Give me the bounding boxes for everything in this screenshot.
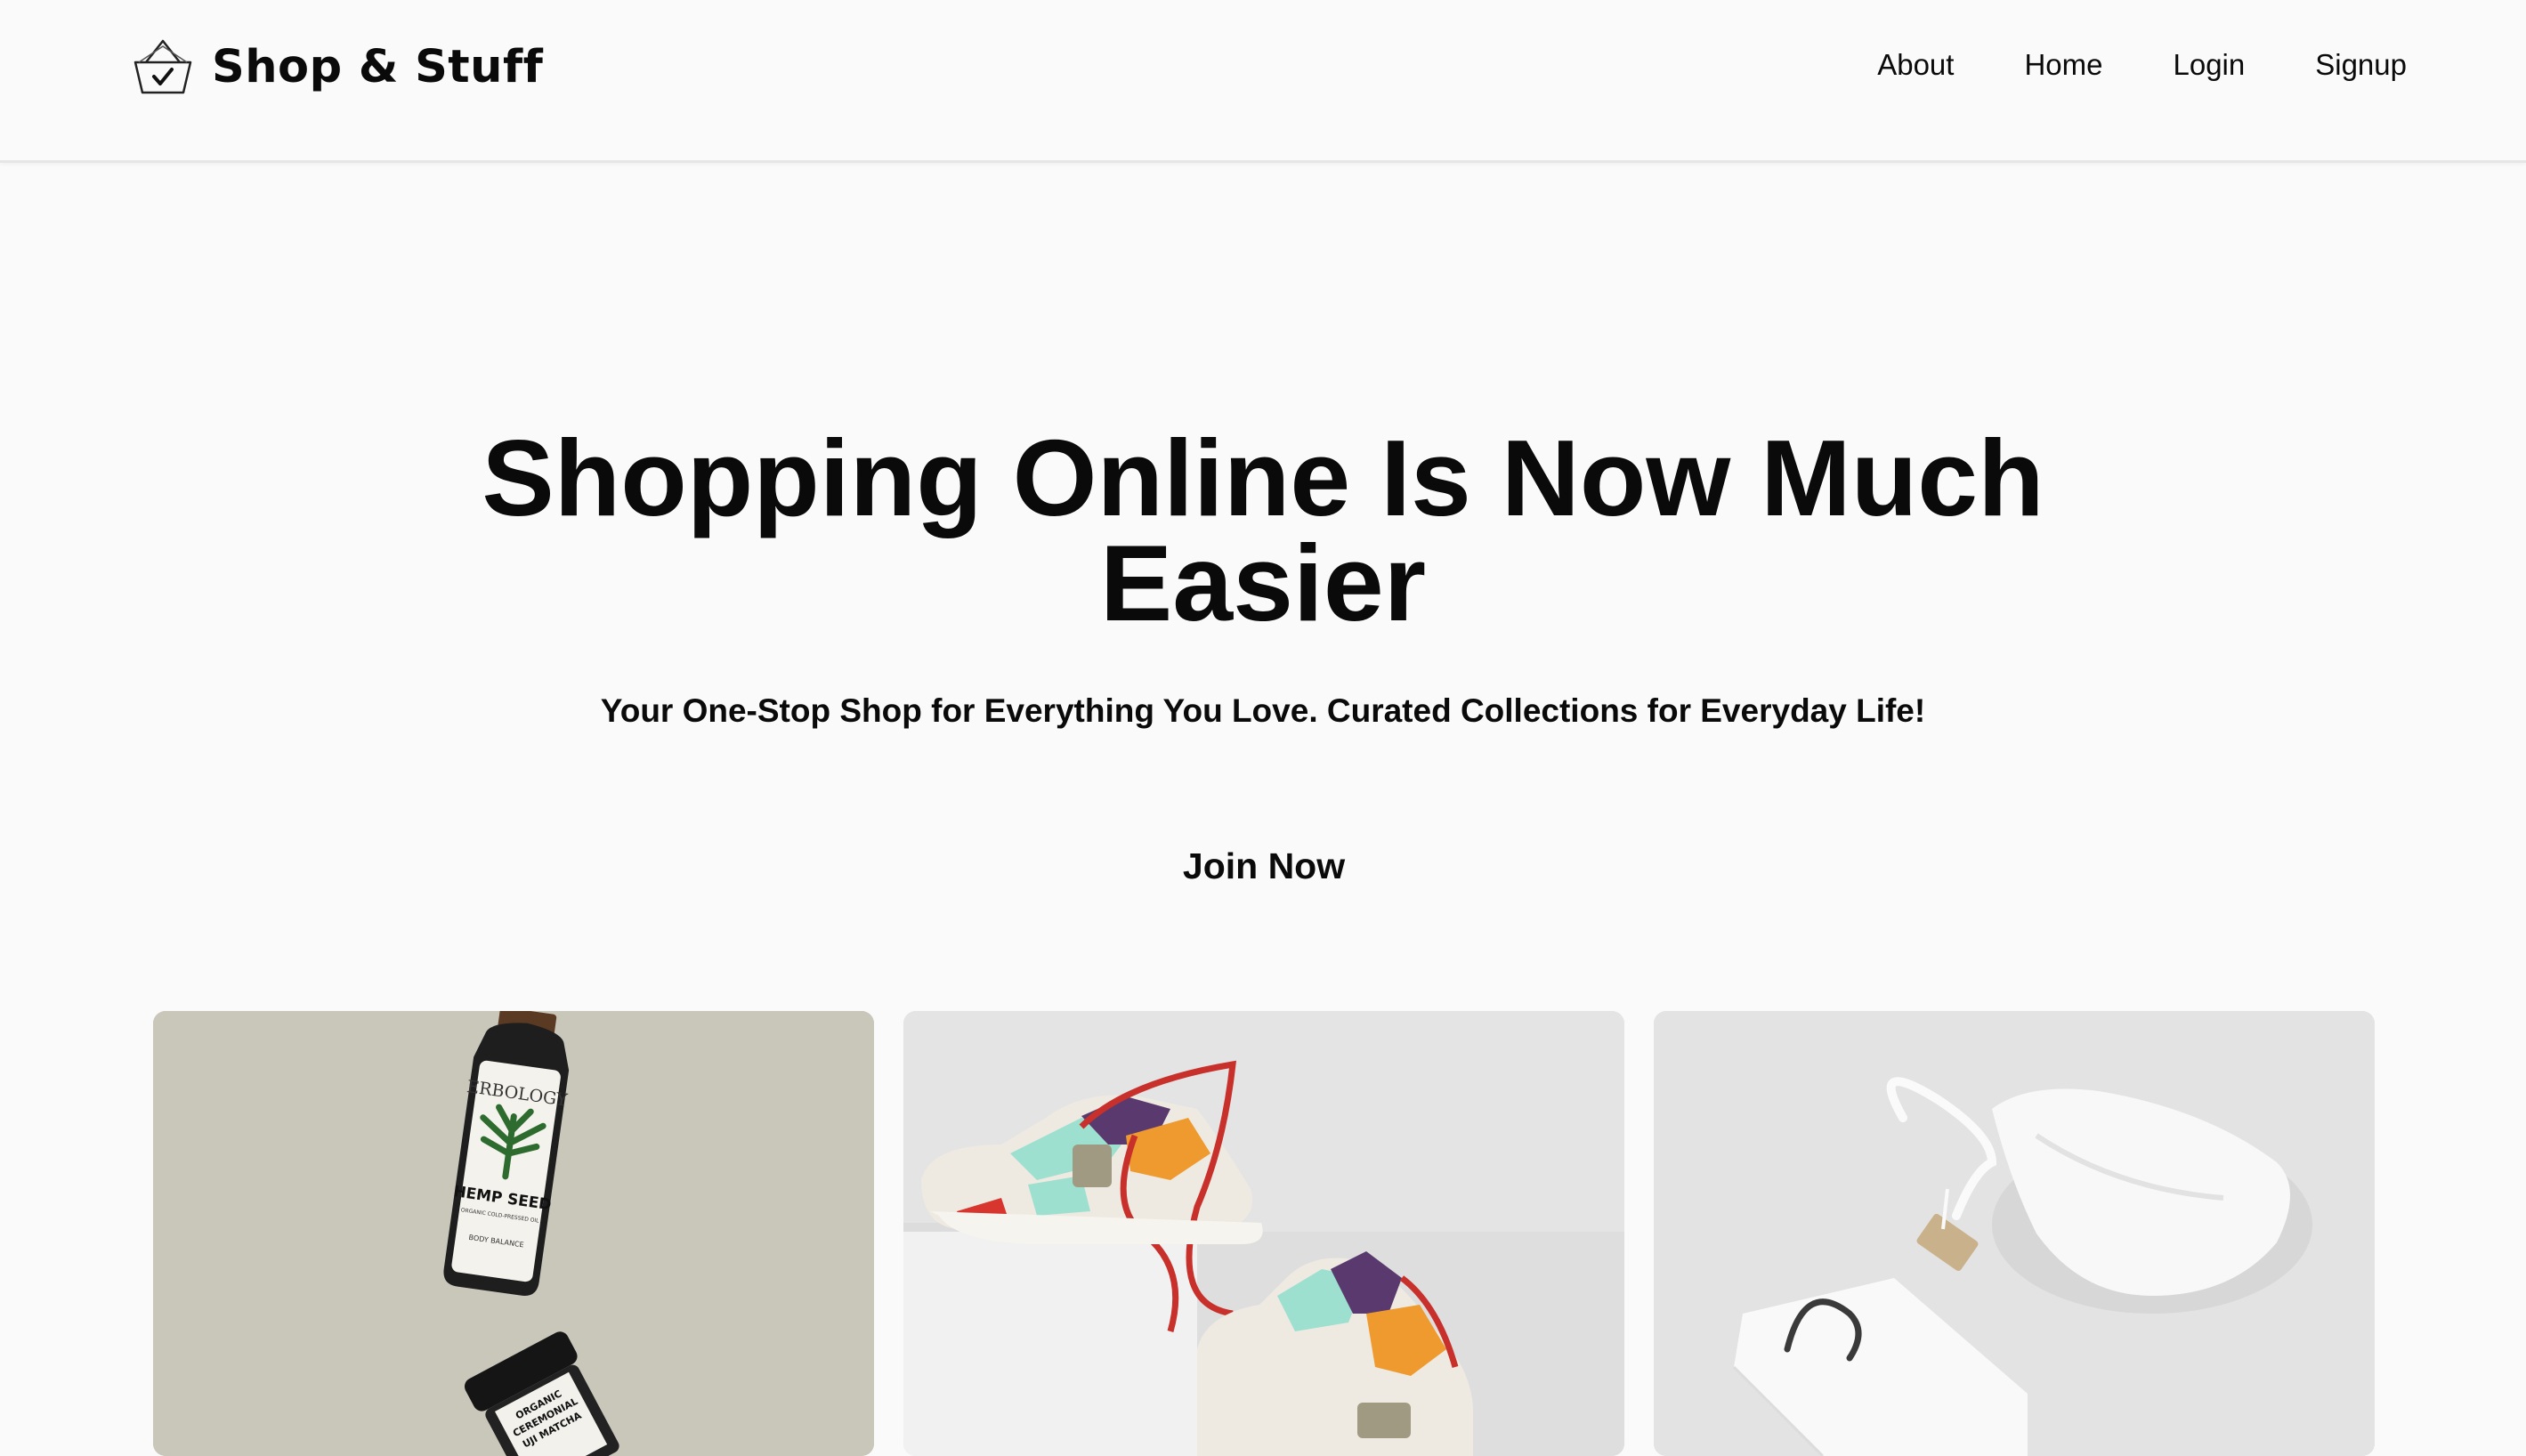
nav-link-home[interactable]: Home <box>2024 44 2102 86</box>
product-card-sneakers[interactable] <box>903 1011 1624 1456</box>
main-nav: About Home Login Signup <box>1807 44 2407 86</box>
nav-link-about[interactable]: About <box>1877 44 1954 86</box>
nav-link-login[interactable]: Login <box>2173 44 2245 86</box>
oil-bottle-and-jar-image: ERBOLOGY HEMP SEED ORGANIC COLD-PRESSED … <box>153 1011 874 1456</box>
top-navbar: Shop & Stuff About Home Login Signup <box>0 0 2526 163</box>
basket-check-icon <box>134 39 192 94</box>
product-card-oil-matcha[interactable]: ERBOLOGY HEMP SEED ORGANIC COLD-PRESSED … <box>153 1011 874 1456</box>
hero-title: Shopping Online Is Now Much Easier <box>482 417 2044 643</box>
sneakers-image <box>903 1011 1624 1456</box>
bags-image <box>1654 1011 2375 1456</box>
join-now-button[interactable]: Join Now <box>1121 830 1406 902</box>
hero-subtitle: Your One-Stop Shop for Everything You Lo… <box>600 692 1926 729</box>
brand-name: Shop & Stuff <box>212 40 544 93</box>
product-card-bags[interactable] <box>1654 1011 2375 1456</box>
brand-logo[interactable]: Shop & Stuff <box>130 36 543 98</box>
nav-link-signup[interactable]: Signup <box>2315 44 2407 86</box>
product-cards: ERBOLOGY HEMP SEED ORGANIC COLD-PRESSED … <box>153 1011 2375 1456</box>
